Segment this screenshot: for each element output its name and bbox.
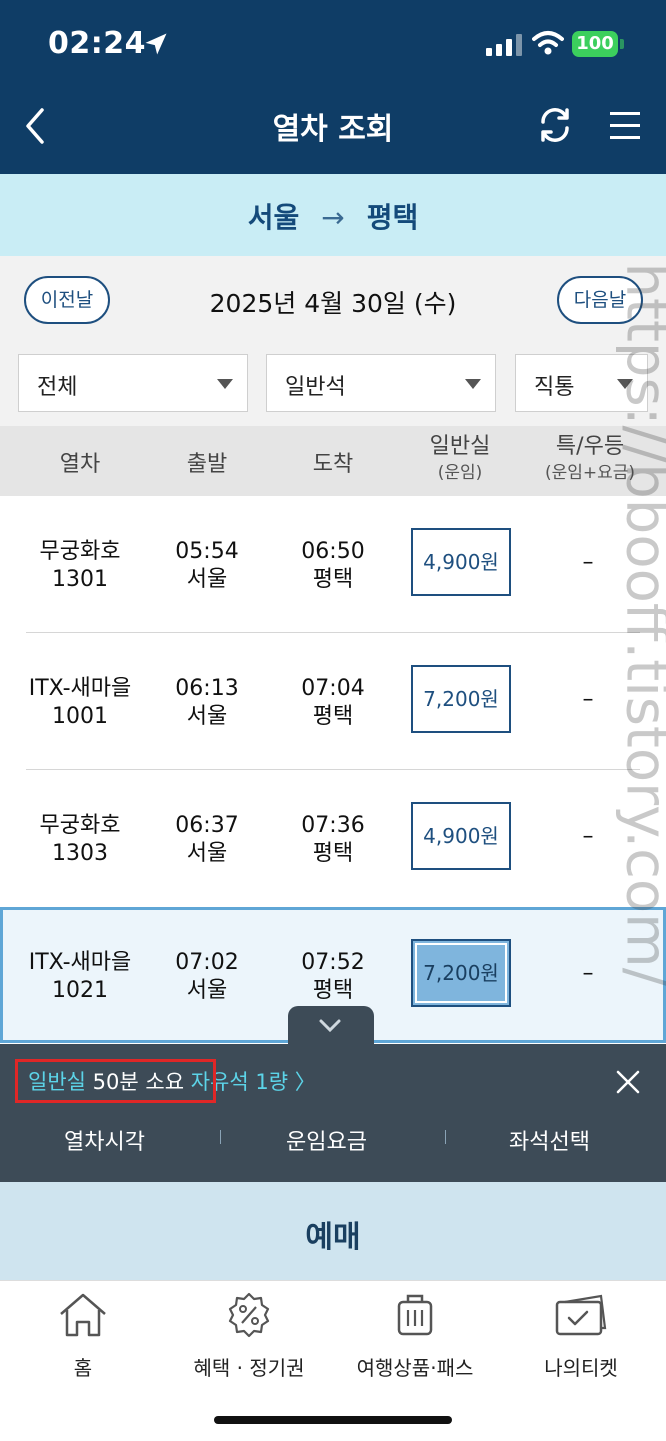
column-header-departure: 출발 bbox=[157, 446, 257, 478]
general-fare-button[interactable]: 4,900원 bbox=[411, 802, 511, 870]
watermark-text: https://bbooff.tistory.com/ bbox=[614, 263, 666, 1163]
arrival-time: 07:36 bbox=[283, 812, 383, 840]
departure-station: 서울 bbox=[157, 840, 257, 868]
departure-time: 05:54 bbox=[157, 538, 257, 566]
train-name-cell: 무궁화호 1301 bbox=[20, 538, 140, 594]
departure-cell: 06:37 서울 bbox=[157, 812, 257, 868]
departure-station: 서울 bbox=[157, 977, 257, 1005]
seat-class-select[interactable]: 일반석 bbox=[266, 354, 496, 412]
chevron-down-icon[interactable] bbox=[318, 1018, 342, 1034]
train-name: 무궁화호 bbox=[20, 812, 140, 840]
arrival-cell: 07:04 평택 bbox=[283, 675, 383, 731]
route-type-value: 직통 bbox=[534, 369, 574, 401]
nav-travel-label: 여행상품·패스 bbox=[332, 1352, 498, 1381]
seat-selection-link[interactable]: 좌석선택 bbox=[509, 1124, 590, 1156]
arrival-cell: 06:50 평택 bbox=[283, 538, 383, 594]
arrival-cell: 07:52 평택 bbox=[283, 949, 383, 1005]
highlight-annotation-box bbox=[15, 1059, 216, 1103]
departure-cell: 05:54 서울 bbox=[157, 538, 257, 594]
train-name: ITX-새마을 bbox=[10, 675, 150, 703]
train-number: 1301 bbox=[20, 566, 140, 594]
chevron-right-icon: 〉 bbox=[288, 1070, 316, 1094]
column-header-general-sub: (운임) bbox=[408, 460, 512, 486]
general-fare-button[interactable]: 7,200원 bbox=[411, 665, 511, 733]
location-arrow-icon bbox=[142, 30, 170, 58]
wifi-icon bbox=[532, 30, 564, 56]
status-time: 02:24 bbox=[48, 26, 146, 61]
arrival-station: 평택 bbox=[283, 703, 383, 731]
train-name-cell: ITX-새마을 1021 bbox=[10, 949, 150, 1005]
train-schedule-link[interactable]: 열차시각 bbox=[64, 1124, 145, 1156]
column-header-general-label: 일반실 bbox=[408, 434, 512, 460]
battery-tip bbox=[620, 39, 624, 49]
departure-time: 07:02 bbox=[157, 949, 257, 977]
arrival-station: 평택 bbox=[283, 977, 383, 1005]
departure-station: 서울 bbox=[157, 566, 257, 594]
general-fare-button-selected[interactable]: 7,200원 bbox=[411, 939, 511, 1007]
arrival-cell: 07:36 평택 bbox=[283, 812, 383, 868]
table-row[interactable]: 무궁화호 1301 05:54 서울 06:50 평택 4,900원 – bbox=[0, 496, 666, 632]
general-fare-button[interactable]: 4,900원 bbox=[411, 528, 511, 596]
link-separator bbox=[220, 1130, 221, 1144]
train-type-value: 전체 bbox=[37, 369, 77, 401]
train-number: 1021 bbox=[10, 977, 150, 1005]
nav-my-tickets[interactable]: 나의티켓 bbox=[498, 1292, 664, 1381]
battery-indicator: 100 bbox=[572, 31, 618, 57]
special-fare-unavailable: – bbox=[558, 687, 618, 712]
departure-time: 06:37 bbox=[157, 812, 257, 840]
seat-class-value: 일반석 bbox=[285, 369, 346, 401]
arrival-time: 06:50 bbox=[283, 538, 383, 566]
train-type-select[interactable]: 전체 bbox=[18, 354, 248, 412]
arrival-station: 평택 bbox=[283, 840, 383, 868]
departure-cell: 07:02 서울 bbox=[157, 949, 257, 1005]
special-fare-unavailable: – bbox=[558, 961, 618, 986]
column-header-train: 열차 bbox=[30, 446, 130, 478]
nav-benefits[interactable]: 혜택 · 정기권 bbox=[166, 1292, 332, 1381]
reserve-button-label: 예매 bbox=[0, 1212, 666, 1256]
route-from: 서울 bbox=[248, 201, 300, 234]
column-header-arrival: 도착 bbox=[283, 446, 383, 478]
chevron-down-icon bbox=[465, 379, 481, 389]
arrival-station: 평택 bbox=[283, 566, 383, 594]
nav-travel-products[interactable]: 여행상품·패스 bbox=[332, 1292, 498, 1381]
column-header-general: 일반실 (운임) bbox=[408, 434, 512, 486]
departure-station: 서울 bbox=[157, 703, 257, 731]
hamburger-menu-icon[interactable] bbox=[608, 110, 642, 142]
suitcase-icon bbox=[389, 1292, 441, 1338]
train-name: 무궁화호 bbox=[20, 538, 140, 566]
arrival-time: 07:04 bbox=[283, 675, 383, 703]
train-number: 1303 bbox=[20, 840, 140, 868]
chevron-down-icon bbox=[217, 379, 233, 389]
link-separator bbox=[445, 1130, 446, 1144]
home-indicator[interactable] bbox=[214, 1416, 452, 1424]
departure-cell: 06:13 서울 bbox=[157, 675, 257, 731]
route-to: 평택 bbox=[367, 201, 419, 234]
table-row[interactable]: ITX-새마을 1001 06:13 서울 07:04 평택 7,200원 – bbox=[0, 633, 666, 769]
refresh-icon[interactable] bbox=[536, 106, 574, 144]
train-name: ITX-새마을 bbox=[10, 949, 150, 977]
nav-home[interactable]: 홈 bbox=[0, 1292, 166, 1381]
departure-time: 06:13 bbox=[157, 675, 257, 703]
nav-tickets-label: 나의티켓 bbox=[498, 1352, 664, 1381]
special-fare-unavailable: – bbox=[558, 550, 618, 575]
special-fare-unavailable: – bbox=[558, 824, 618, 849]
arrival-time: 07:52 bbox=[283, 949, 383, 977]
discount-badge-icon bbox=[223, 1292, 275, 1338]
home-icon bbox=[57, 1292, 109, 1338]
nav-benefits-label: 혜택 · 정기권 bbox=[166, 1352, 332, 1381]
train-name-cell: ITX-새마을 1001 bbox=[10, 675, 150, 731]
train-name-cell: 무궁화호 1303 bbox=[20, 812, 140, 868]
train-number: 1001 bbox=[10, 703, 150, 731]
fare-info-link[interactable]: 운임요금 bbox=[286, 1124, 367, 1156]
cellular-signal-icon bbox=[486, 34, 522, 56]
table-row[interactable]: 무궁화호 1303 06:37 서울 07:36 평택 4,900원 – bbox=[0, 770, 666, 906]
ticket-icon bbox=[553, 1292, 609, 1338]
nav-home-label: 홈 bbox=[0, 1352, 166, 1381]
route-arrow-icon: → bbox=[321, 201, 344, 234]
route-display: 서울 → 평택 bbox=[0, 196, 666, 236]
